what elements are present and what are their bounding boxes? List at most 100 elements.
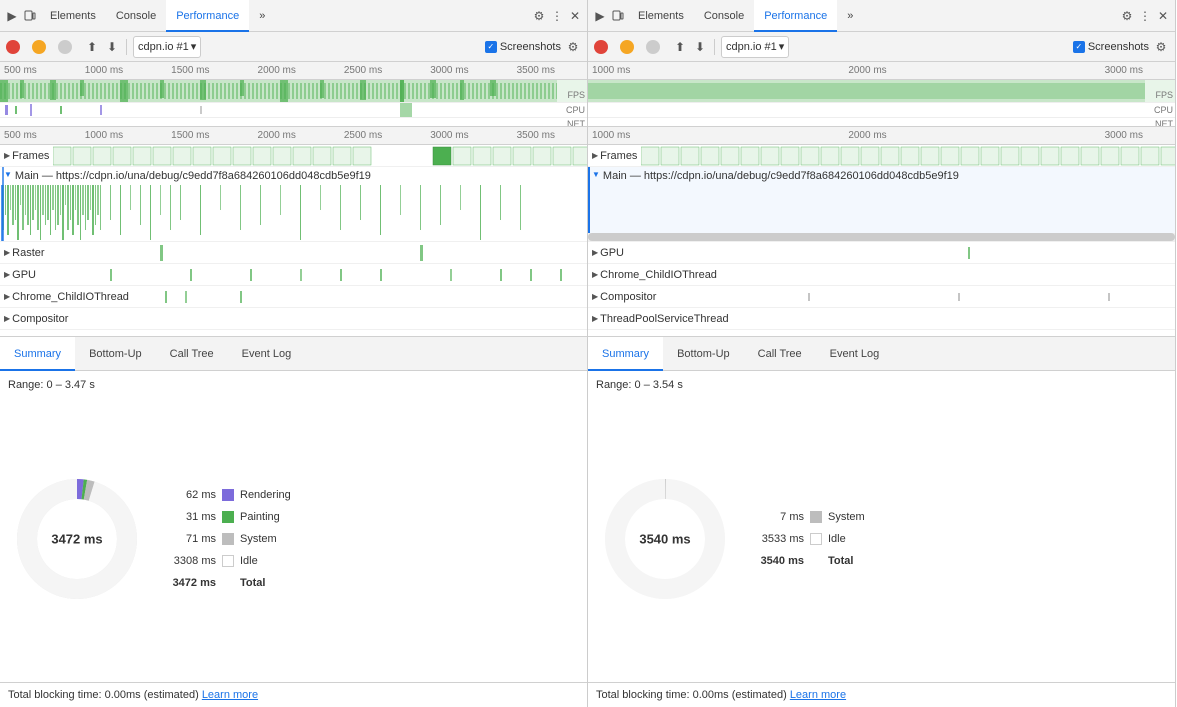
legend-swatch-idle [222,555,234,567]
legend-name-system: System [240,533,277,545]
target-label-left: cdpn.io #1 [138,41,189,53]
tab-console-right[interactable]: Console [694,0,754,32]
ruler-left-5: 3000 ms [430,65,468,76]
upload-icon-left[interactable]: ⬆ [84,39,100,55]
left-footer: Total blocking time: 0.00ms (estimated) … [0,682,587,707]
childio-chart-left [160,286,587,308]
main-scrollbar-right[interactable] [588,233,1175,241]
screenshot-checkbox-left[interactable]: ✓ [485,41,497,53]
right-summary-content: 3540 ms 7 ms System 3533 ms Idle 3 [588,395,1175,682]
ruler-right-0: 1000 ms [592,65,630,76]
legend-name-total: Total [240,577,265,589]
record-button-right[interactable] [594,40,608,54]
left-tracks-container[interactable]: 500 ms 1000 ms 1500 ms 2000 ms 2500 ms 3… [0,127,587,337]
tab-more-left[interactable]: » [249,0,275,32]
right-summary-panel: Range: 0 – 3.54 s 3540 ms 7 ms [588,371,1175,707]
legend-ms-system: 71 ms [166,533,216,545]
right-panel: ▶ Elements Console Performance » ⚙ ⋮ ✕ ⬆… [588,0,1176,707]
left-panel: ▶ Elements Console Performance » ⚙ ⋮ ✕ ⬆… [0,0,588,707]
legend-name-painting: Painting [240,511,280,523]
device-icon[interactable] [22,8,38,24]
stop-button-right[interactable] [646,40,660,54]
legend-name-idle-right: Idle [828,533,846,545]
ruler2-left-6: 3500 ms [517,130,555,141]
tab-console-left[interactable]: Console [106,0,166,32]
target-selector-left[interactable]: cdpn.io #1 ▾ [133,36,201,58]
upload-icon-right[interactable]: ⬆ [672,39,688,55]
left-footer-link[interactable]: Learn more [202,689,258,701]
tab-performance-right[interactable]: Performance [754,0,837,32]
legend-row-rendering: 62 ms Rendering [166,484,575,506]
ruler2-right-2: 3000 ms [1105,130,1143,141]
cursor-icon-right[interactable]: ▶ [592,8,608,24]
device-icon-right[interactable] [610,8,626,24]
tab-eventlog-left[interactable]: Event Log [228,337,306,371]
right-bottom-tabs: Summary Bottom-Up Call Tree Event Log [588,337,1175,371]
legend-ms-total: 3472 ms [166,577,216,589]
tab-elements-right[interactable]: Elements [628,0,694,32]
tab-calltree-left[interactable]: Call Tree [156,337,228,371]
tab-calltree-right[interactable]: Call Tree [744,337,816,371]
settings-icon-right[interactable]: ⚙ [1119,8,1135,24]
ruler-right-2: 3000 ms [1105,65,1143,76]
raster-chart-left [100,242,587,264]
download-icon-right[interactable]: ⬇ [692,39,708,55]
reload-button-right[interactable] [620,40,634,54]
ruler2-right-1: 2000 ms [848,130,886,141]
tab-summary-right[interactable]: Summary [588,337,663,371]
screenshot-checkbox-right[interactable]: ✓ [1073,41,1085,53]
screenshot-toggle-left[interactable]: ✓ Screenshots [485,41,561,53]
download-icon-left[interactable]: ⬇ [104,39,120,55]
screenshot-toggle-right[interactable]: ✓ Screenshots [1073,41,1149,53]
menu-icon-left[interactable]: ⋮ [549,8,565,24]
legend-ms-system-right: 7 ms [754,511,804,523]
left-bottom-tabs: Summary Bottom-Up Call Tree Event Log [0,337,587,371]
cpu-label-left: CPU [566,105,585,115]
raster-label-left: Raster [12,247,44,259]
legend-swatch-system-right [810,511,822,523]
menu-icon-right[interactable]: ⋮ [1137,8,1153,24]
tab-bottomup-right[interactable]: Bottom-Up [663,337,744,371]
right-tracks-container[interactable]: 1000 ms 2000 ms 3000 ms ▶ Frames [588,127,1175,337]
childio-triangle-right: ▶ [592,270,598,279]
left-toolbar: ▶ Elements Console Performance » ⚙ ⋮ ✕ [0,0,587,32]
ruler2-left-1: 1000 ms [85,130,123,141]
main-scrollbar-thumb-right[interactable] [588,233,1175,241]
legend-name-idle: Idle [240,555,258,567]
cursor-icon[interactable]: ▶ [4,8,20,24]
settings-icon-left[interactable]: ⚙ [531,8,547,24]
right-tab-list: Elements Console Performance » [628,0,863,31]
tab-more-right[interactable]: » [837,0,863,32]
ruler-left-3: 2000 ms [258,65,296,76]
main-label-left: Main — https://cdpn.io/una/debug/c9edd7f… [15,170,371,182]
legend-row-idle: 3308 ms Idle [166,550,575,572]
ruler2-left-3: 2000 ms [258,130,296,141]
screenshot-settings-left[interactable]: ⚙ [565,39,581,55]
record-button-left[interactable] [6,40,20,54]
left-donut-label: 3472 ms [51,531,102,546]
legend-row-system: 71 ms System [166,528,575,550]
ruler2-left-4: 2500 ms [344,130,382,141]
left-range-label: Range: 0 – 3.47 s [0,371,587,395]
main-triangle-left: ▼ [4,170,12,179]
target-selector-right[interactable]: cdpn.io #1 ▾ [721,36,789,58]
tab-summary-left[interactable]: Summary [0,337,75,371]
reload-button-left[interactable] [32,40,46,54]
ruler-left-4: 2500 ms [344,65,382,76]
stop-button-left[interactable] [58,40,72,54]
close-icon-right[interactable]: ✕ [1155,8,1171,24]
legend-row-idle-right: 3533 ms Idle [754,528,1163,550]
tab-bottomup-left[interactable]: Bottom-Up [75,337,156,371]
selection-line-left [2,167,4,241]
ruler2-left-2: 1500 ms [171,130,209,141]
right-legend: 7 ms System 3533 ms Idle 3540 ms Total [754,506,1163,572]
left-tab-list: Elements Console Performance » [40,0,275,31]
screenshot-settings-right[interactable]: ⚙ [1153,39,1169,55]
tab-performance-left[interactable]: Performance [166,0,249,32]
gpu-chart-right [668,242,1175,264]
right-footer-link[interactable]: Learn more [790,689,846,701]
tab-elements-left[interactable]: Elements [40,0,106,32]
close-icon-left[interactable]: ✕ [567,8,583,24]
tab-eventlog-right[interactable]: Event Log [816,337,894,371]
gpu-chart-left [100,264,587,286]
